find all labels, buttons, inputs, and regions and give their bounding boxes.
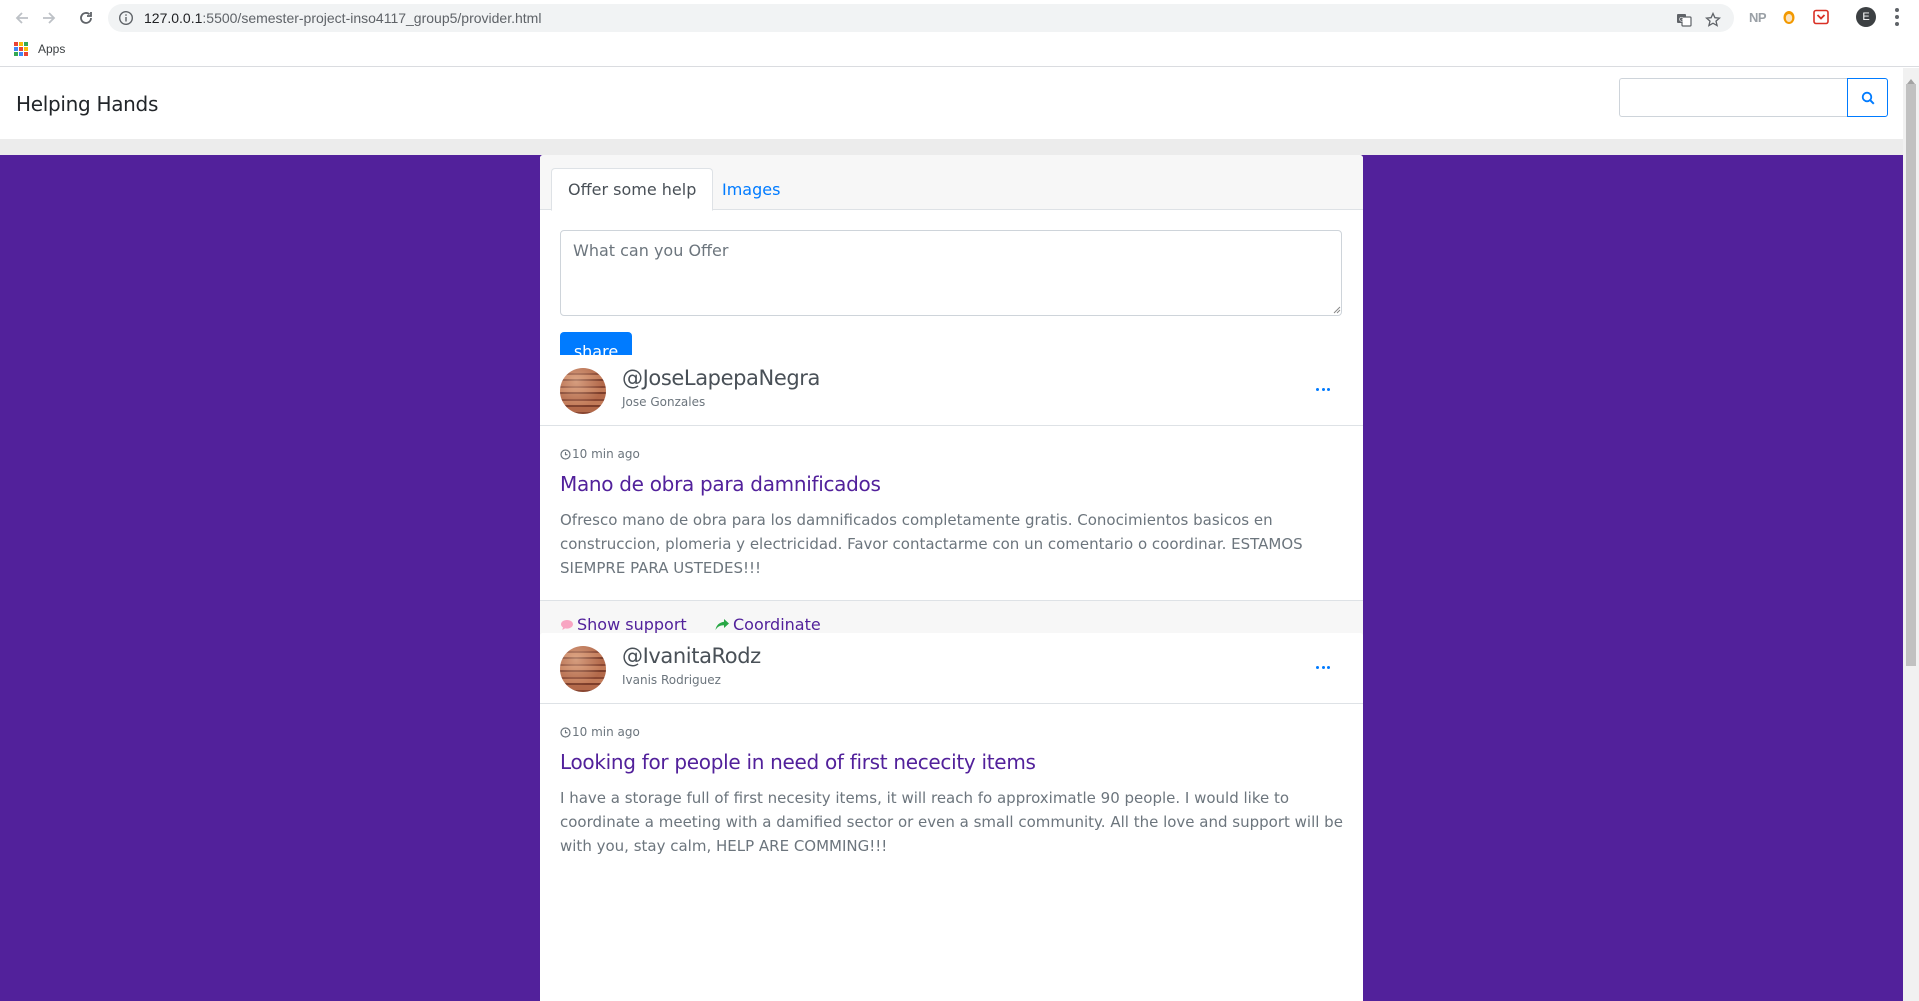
profile-avatar[interactable]: E: [1856, 7, 1876, 27]
url-text: 127.0.0.1:5500/semester-project-inso4117…: [144, 10, 542, 26]
post-body: Ofresco mano de obra para los damnificad…: [560, 511, 1303, 577]
browser-menu-icon[interactable]: [1895, 8, 1899, 26]
scrollbar-thumb[interactable]: [1906, 84, 1916, 666]
browser-chrome: 127.0.0.1:5500/semester-project-inso4117…: [0, 0, 1919, 67]
post-timestamp: 10 min ago: [560, 447, 640, 461]
share-arrow-icon: [715, 618, 729, 630]
search-input[interactable]: [1619, 78, 1848, 117]
post-title[interactable]: Looking for people in need of first nece…: [560, 750, 1036, 774]
extension-np-icon[interactable]: NP: [1749, 8, 1767, 26]
more-dots-icon[interactable]: [1316, 666, 1330, 670]
scroll-up-arrow-icon[interactable]: [1906, 70, 1916, 84]
post-body: I have a storage full of first necesity …: [560, 789, 1343, 855]
svg-text:G: G: [1679, 17, 1684, 24]
post-card: @IvanitaRodz Ivanis Rodriguez 10 min ago…: [540, 633, 1363, 1001]
forward-button[interactable]: [38, 7, 60, 29]
apps-grid-icon[interactable]: [14, 42, 28, 56]
coordinate-button[interactable]: Coordinate: [714, 615, 821, 634]
forward-arrow-icon: [43, 12, 56, 24]
clock-icon: [560, 448, 571, 460]
info-icon[interactable]: [118, 10, 134, 26]
extension-pocket-icon[interactable]: [1813, 8, 1829, 26]
header-divider-band: [0, 139, 1903, 155]
translate-icon[interactable]: G: [1676, 12, 1692, 28]
post-author-name: Ivanis Rodriguez: [622, 673, 721, 687]
bookmark-star-icon[interactable]: [1705, 12, 1721, 28]
post-handle[interactable]: @JoseLapepaNegra: [622, 366, 820, 390]
bookmarks-bar: Apps: [14, 42, 65, 56]
show-support-label: Show support: [577, 615, 687, 634]
back-button[interactable]: [11, 7, 33, 29]
tab-offer-some-help[interactable]: Offer some help: [551, 168, 714, 211]
post-header: @JoseLapepaNegra Jose Gonzales: [540, 355, 1363, 426]
search-icon: [1861, 91, 1875, 105]
address-bar[interactable]: 127.0.0.1:5500/semester-project-inso4117…: [108, 4, 1734, 32]
more-dots-icon[interactable]: [1316, 388, 1330, 392]
post-handle[interactable]: @IvanitaRodz: [622, 644, 761, 668]
page-scrollbar[interactable]: [1903, 68, 1919, 1001]
offer-textarea[interactable]: [560, 230, 1342, 316]
back-arrow-icon: [15, 12, 28, 24]
resize-grip-icon[interactable]: [1333, 306, 1341, 314]
post-time-text: 10 min ago: [572, 447, 640, 461]
coordinate-label: Coordinate: [733, 615, 821, 634]
avatar[interactable]: [560, 368, 606, 414]
avatar[interactable]: [560, 646, 606, 692]
post-header: @IvanitaRodz Ivanis Rodriguez: [540, 633, 1363, 704]
apps-bookmark[interactable]: Apps: [38, 42, 65, 56]
extension-shield-icon[interactable]: [1782, 8, 1796, 26]
search-button[interactable]: [1847, 78, 1888, 117]
post-author-name: Jose Gonzales: [622, 395, 706, 409]
post-title[interactable]: Mano de obra para damnificados: [560, 472, 881, 496]
composer-tabs: Offer some help Images: [540, 155, 1363, 211]
post-card: @JoseLapepaNegra Jose Gonzales 10 min ag…: [540, 355, 1363, 652]
brand-title[interactable]: Helping Hands: [16, 92, 158, 116]
feed-page: Offer some help Images share @JoseLapepa…: [0, 155, 1903, 1001]
post-time-text: 10 min ago: [572, 725, 640, 739]
show-support-button[interactable]: Show support: [560, 615, 687, 634]
clock-icon: [560, 726, 571, 738]
reload-button[interactable]: [75, 7, 97, 29]
speech-bubble-icon: [561, 619, 573, 630]
post-timestamp: 10 min ago: [560, 725, 640, 739]
reload-icon: [80, 12, 92, 24]
tab-images[interactable]: Images: [706, 168, 796, 211]
